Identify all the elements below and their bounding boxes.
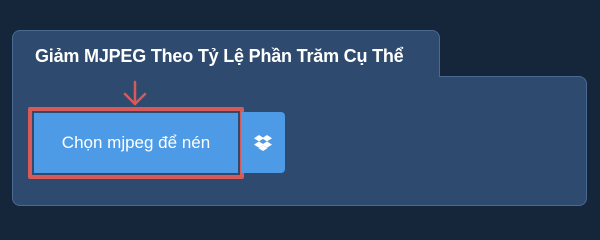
dropbox-button[interactable] [241, 112, 285, 173]
down-arrow-icon [123, 80, 147, 106]
tab-title: Giảm MJPEG Theo Tỷ Lệ Phần Trăm Cụ Thể [35, 46, 404, 66]
choose-file-button[interactable]: Chọn mjpeg để nén [34, 113, 238, 173]
dropbox-icon [254, 134, 272, 151]
page: Giảm MJPEG Theo Tỷ Lệ Phần Trăm Cụ Thể C… [0, 0, 600, 230]
tab-panel-seam [13, 70, 439, 84]
